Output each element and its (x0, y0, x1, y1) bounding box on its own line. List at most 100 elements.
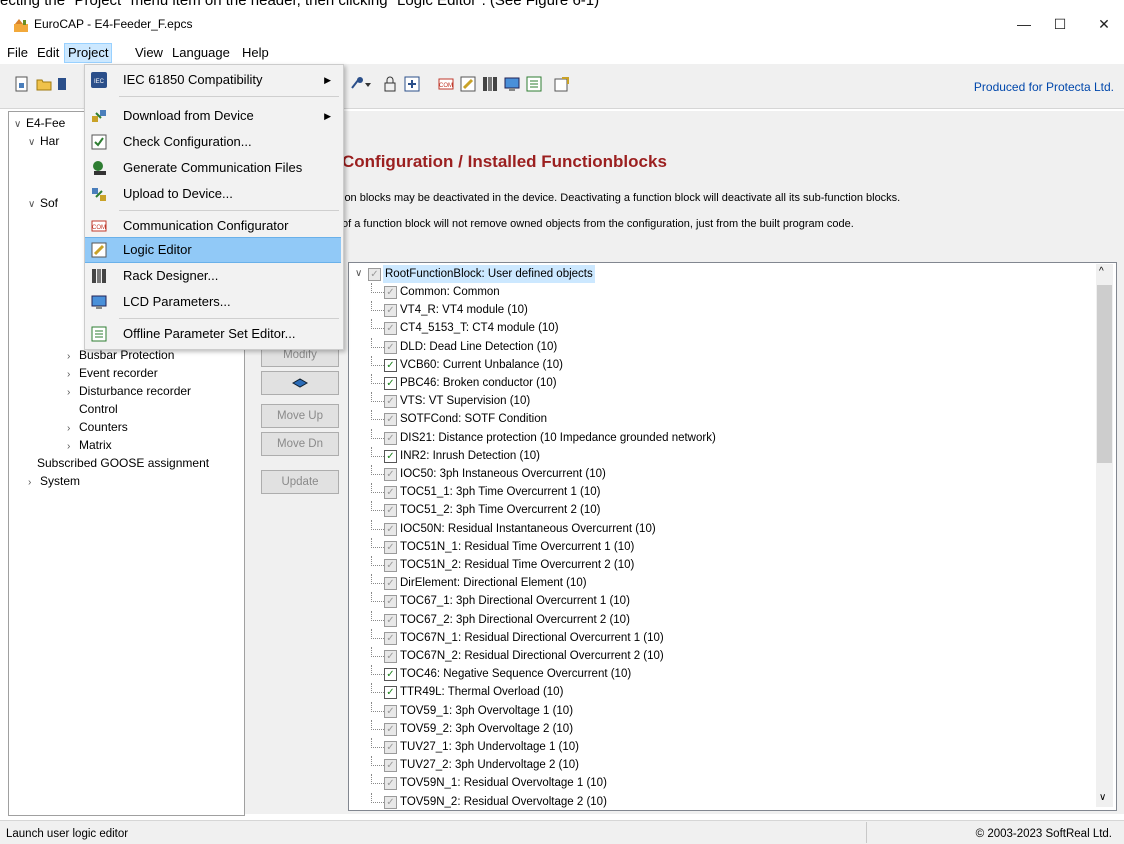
open-folder-icon[interactable] (36, 76, 52, 92)
function-block-label: IOC50N: Residual Instantaneous Overcurre… (400, 522, 656, 535)
parameter-set-icon[interactable] (526, 76, 542, 92)
function-block-checkbox[interactable]: ✓ (384, 741, 397, 754)
menu-help[interactable]: Help (239, 44, 272, 62)
move-up-button[interactable]: Move Up (261, 404, 339, 428)
menu-item-rack-designer[interactable]: Rack Designer... (85, 263, 341, 289)
logic-editor-icon (91, 242, 107, 258)
function-block-checkbox[interactable]: ✓ (384, 595, 397, 609)
status-divider (866, 822, 867, 843)
page-title: Configuration / Installed Functionblocks (342, 152, 667, 171)
menu-item-download[interactable]: Download from Device ▶ (85, 103, 341, 129)
close-button[interactable]: ✕ (1084, 12, 1124, 36)
scroll-down-icon[interactable]: ∨ (1099, 792, 1106, 803)
tree-node-label: Har (40, 134, 60, 148)
menu-view[interactable]: View (132, 44, 166, 62)
tree-item-goose-assignment[interactable]: Subscribed GOOSE assignment (37, 456, 209, 470)
collapse-icon[interactable]: ∨ (14, 119, 26, 130)
expand-icon[interactable]: › (67, 441, 79, 452)
lcd-toolbar-icon[interactable] (504, 76, 520, 92)
function-block-checkbox[interactable]: ✓ (384, 522, 397, 536)
book-button[interactable] (261, 371, 339, 395)
communication-icon[interactable]: COM (438, 76, 454, 92)
function-block-checkbox[interactable]: ✓ (384, 540, 397, 554)
function-block-checkbox[interactable]: ✓ (384, 431, 397, 445)
function-block-checkbox[interactable]: ✓ (384, 668, 397, 682)
window-title: EuroCAP - E4-Feeder_F.epcs (34, 17, 193, 31)
function-block-checkbox[interactable]: ✓ (384, 322, 397, 336)
tree-node-software[interactable]: ∨ Sof (28, 196, 58, 210)
tree-node-hardware[interactable]: ∨ Har (28, 134, 59, 148)
function-block-checkbox[interactable]: ✓ (384, 759, 397, 773)
tree-root-node[interactable]: ∨ E4-Fee (14, 116, 65, 130)
menu-item-generate-comm-files[interactable]: Generate Communication Files (85, 155, 341, 181)
expand-icon[interactable]: › (28, 477, 40, 488)
menu-item-check-configuration[interactable]: Check Configuration... (85, 129, 341, 155)
menu-file[interactable]: File (4, 44, 31, 62)
function-block-checkbox[interactable]: ✓ (384, 795, 397, 809)
maximize-button[interactable]: ☐ (1040, 12, 1080, 36)
function-block-checkbox[interactable]: ✓ (384, 504, 397, 518)
function-block-tree[interactable]: ∨ ✓ RootFunctionBlock: User defined obje… (348, 262, 1117, 811)
function-block-checkbox[interactable]: ✓ (384, 577, 397, 591)
function-block-checkbox[interactable]: ✓ (384, 650, 397, 663)
menu-item-label: Offline Parameter Set Editor... (123, 326, 296, 341)
fit-window-icon[interactable] (404, 76, 420, 92)
collapse-icon[interactable]: ∨ (28, 199, 40, 210)
properties-icon[interactable] (554, 76, 570, 92)
lock-icon[interactable] (382, 76, 398, 92)
function-block-checkbox[interactable]: ✓ (384, 486, 397, 500)
expand-icon[interactable]: › (67, 369, 79, 380)
scrollbar-thumb[interactable] (1097, 285, 1112, 463)
function-block-checkbox[interactable]: ✓ (384, 559, 397, 572)
tree-item-control[interactable]: Control (79, 402, 118, 416)
collapse-icon[interactable]: ∨ (28, 137, 40, 148)
menu-language[interactable]: Language (169, 44, 233, 62)
function-block-label: TOC67_2: 3ph Directional Overcurrent 2 (… (400, 613, 630, 626)
save-icon[interactable] (58, 76, 66, 92)
tree-item-event-recorder[interactable]: › Event recorder (67, 366, 158, 380)
scroll-up-icon[interactable]: ^ (1099, 266, 1104, 277)
function-block-checkbox[interactable]: ✓ (384, 468, 397, 481)
collapse-icon[interactable]: ∨ (355, 265, 362, 283)
function-block-checkbox[interactable]: ✓ (384, 413, 397, 427)
function-block-checkbox[interactable]: ✓ (384, 704, 397, 718)
tree-item-label: System (40, 474, 81, 488)
expand-icon[interactable]: › (67, 423, 79, 434)
menu-item-lcd-parameters[interactable]: LCD Parameters... (85, 289, 341, 315)
tree-item-disturbance-recorder[interactable]: › Disturbance recorder (67, 384, 191, 398)
function-block-checkbox[interactable]: ✓ (384, 631, 397, 645)
tree-item-busbar-protection[interactable]: › Busbar Protection (67, 348, 174, 362)
expand-icon[interactable]: › (67, 351, 79, 362)
function-block-checkbox[interactable]: ✓ (384, 777, 397, 791)
tree-item-matrix[interactable]: › Matrix (67, 438, 112, 452)
menu-item-logic-editor[interactable]: Logic Editor (85, 237, 341, 263)
rack-icon[interactable] (482, 76, 498, 92)
logic-editor-toolbar-icon[interactable] (460, 76, 476, 92)
root-checkbox[interactable]: ✓ (368, 268, 381, 281)
function-block-checkbox[interactable]: ✓ (384, 340, 397, 354)
function-block-checkbox[interactable]: ✓ (384, 722, 397, 736)
tree-item-label: Counters (79, 420, 128, 434)
update-button[interactable]: Update (261, 470, 339, 494)
function-block-checkbox[interactable]: ✓ (384, 395, 397, 409)
menu-item-communication-configurator[interactable]: COM Communication Configurator (85, 213, 341, 239)
new-file-icon[interactable] (14, 76, 30, 92)
move-down-button[interactable]: Move Dn (261, 432, 339, 456)
function-block-checkbox[interactable]: ✓ (384, 286, 397, 299)
menu-project[interactable]: Project (64, 43, 113, 63)
function-block-checkbox[interactable]: ✓ (384, 304, 397, 318)
tree-item-system[interactable]: › System (28, 474, 80, 488)
menu-edit[interactable]: Edit (34, 44, 62, 62)
menu-item-offline-parameter-editor[interactable]: Offline Parameter Set Editor... (85, 321, 341, 347)
tree-item-counters[interactable]: › Counters (67, 420, 128, 434)
function-block-checkbox[interactable]: ✓ (384, 686, 397, 700)
function-block-checkbox[interactable]: ✓ (384, 613, 397, 627)
menu-item-iec61850[interactable]: IEC IEC 61850 Compatibility ▶ (85, 67, 341, 93)
expand-icon[interactable]: › (67, 387, 79, 398)
minimize-button[interactable]: — (1004, 12, 1044, 36)
function-block-checkbox[interactable]: ✓ (384, 377, 397, 390)
function-block-checkbox[interactable]: ✓ (384, 358, 397, 372)
function-block-checkbox[interactable]: ✓ (384, 449, 397, 463)
wizard-dropdown-icon[interactable] (350, 76, 372, 92)
menu-item-upload[interactable]: Upload to Device... (85, 181, 341, 207)
